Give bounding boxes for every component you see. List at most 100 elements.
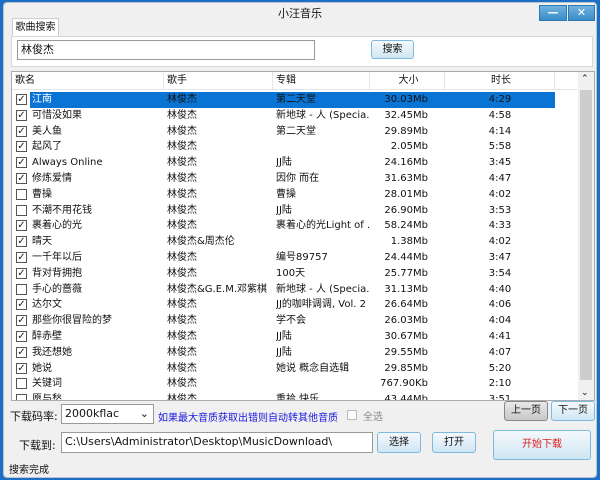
size: 30.03Mb xyxy=(384,94,428,105)
size: 25.77Mb xyxy=(384,267,428,279)
bitrate-select[interactable]: 2000kflac ⌄ xyxy=(61,404,154,424)
song-name: 美人鱼 xyxy=(32,125,62,137)
search-button[interactable]: 搜索 xyxy=(371,40,414,59)
row-checkbox[interactable]: ✓ xyxy=(16,252,27,263)
row-checkbox[interactable]: ✓ xyxy=(16,299,27,311)
singer: 林俊杰 xyxy=(167,157,197,169)
album: 重拾 快乐 xyxy=(276,394,320,401)
table-row[interactable]: ✓ 晴天 林俊杰&周杰伦 1.38Mb 4:02 xyxy=(12,234,578,250)
table-row[interactable]: ✓ 美人鱼 林俊杰 第二天堂 29.89Mb 4:14 xyxy=(12,124,578,140)
album: JJ的咖啡调调, Vol. 2 xyxy=(276,299,366,311)
song-name: 曹操 xyxy=(32,188,52,200)
singer: 林俊杰 xyxy=(167,331,197,342)
song-name: 达尔文 xyxy=(32,299,62,311)
album xyxy=(276,139,370,155)
size: 26.03Mb xyxy=(384,315,428,327)
tab-song-search[interactable]: 歌曲搜索 xyxy=(12,18,59,37)
table-row[interactable]: 手心的蔷薇 林俊杰&G.E.M.邓紫棋 新地球 - 人 (Specia... 3… xyxy=(12,282,578,298)
table-row[interactable]: 曹操 林俊杰 曹操 28.01Mb 4:02 xyxy=(12,187,578,203)
size: 28.01Mb xyxy=(384,188,428,200)
duration: 3:54 xyxy=(488,267,512,279)
select-all-checkbox[interactable] xyxy=(347,410,357,420)
search-panel: 林俊杰 搜索 xyxy=(11,36,593,67)
duration: 4:06 xyxy=(488,299,512,311)
duration: 4:40 xyxy=(488,283,512,295)
window-title: 小汪音乐 xyxy=(278,7,322,20)
singer: 林俊杰 xyxy=(167,220,197,232)
row-checkbox[interactable]: ✓ xyxy=(16,346,27,358)
row-checkbox[interactable] xyxy=(16,283,27,295)
col-name[interactable]: 歌名 xyxy=(12,72,164,90)
bitrate-value: 2000kflac xyxy=(65,407,120,420)
col-duration[interactable]: 时长 xyxy=(445,72,555,90)
row-checkbox[interactable]: ✓ xyxy=(16,267,27,279)
table-row[interactable]: 不潮不用花钱 林俊杰 JJ陆 26.90Mb 3:53 xyxy=(12,203,578,219)
singer: 林俊杰 xyxy=(167,315,197,327)
scroll-down-icon[interactable]: ⌄ xyxy=(581,388,589,398)
table-row[interactable]: ✓ 那些你很冒险的梦 林俊杰 学不会 26.03Mb 4:04 xyxy=(12,313,578,329)
row-checkbox[interactable]: ✓ xyxy=(16,331,27,342)
table-row[interactable]: ✓ 达尔文 林俊杰 JJ的咖啡调调, Vol. 2 26.64Mb 4:06 xyxy=(12,297,578,313)
col-singer[interactable]: 歌手 xyxy=(164,72,273,90)
scroll-thumb[interactable] xyxy=(580,90,592,380)
next-page-button[interactable]: 下一页 xyxy=(551,401,595,421)
row-checkbox[interactable]: ✓ xyxy=(16,220,27,232)
prev-page-button[interactable]: 上一页 xyxy=(504,401,548,421)
minimize-button[interactable]: — xyxy=(539,5,567,21)
row-checkbox[interactable]: ✓ xyxy=(16,94,27,105)
album: 第二天堂 xyxy=(276,94,316,105)
size: 31.13Mb xyxy=(384,283,428,295)
start-download-button[interactable]: 开始下载 xyxy=(493,430,591,460)
row-checkbox[interactable]: ✓ xyxy=(16,173,27,184)
table-row[interactable]: ✓ 背对背拥抱 林俊杰 100天 25.77Mb 3:54 xyxy=(12,266,578,282)
table-row[interactable]: ✓ 醉赤壁 林俊杰 JJ陆 30.67Mb 4:41 xyxy=(12,329,578,345)
col-album[interactable]: 专辑 xyxy=(273,72,370,90)
album: 因你 而在 xyxy=(276,173,320,184)
singer: 林俊杰 xyxy=(167,346,197,358)
duration: 4:29 xyxy=(488,94,512,105)
row-checkbox[interactable] xyxy=(16,188,27,200)
open-folder-button[interactable]: 打开 xyxy=(432,432,476,453)
row-checkbox[interactable]: ✓ xyxy=(16,109,27,121)
album xyxy=(276,376,370,392)
scrollbar[interactable]: ⌃ ⌄ xyxy=(578,72,594,400)
table-row[interactable]: ✓ 修炼爱情 林俊杰 因你 而在 31.63Mb 4:47 xyxy=(12,171,578,187)
row-checkbox[interactable] xyxy=(16,394,27,400)
save-path-input[interactable]: C:\Users\Administrator\Desktop\MusicDown… xyxy=(61,432,373,453)
chevron-down-icon: ⌄ xyxy=(139,407,149,420)
table-row[interactable]: ✓ 她说 林俊杰 她说 概念自选辑 29.85Mb 5:20 xyxy=(12,361,578,377)
row-checkbox[interactable] xyxy=(16,378,27,390)
table-row[interactable]: ✓ 我还想她 林俊杰 JJ陆 29.55Mb 4:07 xyxy=(12,345,578,361)
table-row[interactable]: ✓ 一千年以后 林俊杰 编号89757 24.44Mb 3:47 xyxy=(12,250,578,266)
table-row[interactable]: 关键词 林俊杰 767.90Kb 2:10 xyxy=(12,376,578,392)
duration: 2:10 xyxy=(488,378,512,390)
table-row[interactable]: ✓ 裹着心的光 林俊杰 裹着心的光Light of ... 58.24Mb 4:… xyxy=(12,218,578,234)
close-button[interactable]: ✕ xyxy=(568,5,595,21)
singer: 林俊杰 xyxy=(167,252,197,263)
duration: 4:14 xyxy=(488,125,512,137)
col-size[interactable]: 大小 xyxy=(370,72,445,90)
table-row[interactable]: ✓ 江南 林俊杰 第二天堂 30.03Mb 4:29 xyxy=(12,92,578,108)
song-name: 我还想她 xyxy=(32,346,72,358)
row-checkbox[interactable]: ✓ xyxy=(16,141,27,153)
row-checkbox[interactable]: ✓ xyxy=(16,125,27,137)
singer: 林俊杰 xyxy=(167,204,197,216)
row-checkbox[interactable]: ✓ xyxy=(16,315,27,327)
row-checkbox[interactable]: ✓ xyxy=(16,236,27,248)
table-row[interactable]: ✓ Always Online 林俊杰 JJ陆 24.16Mb 3:45 xyxy=(12,155,578,171)
table-row[interactable]: 愿与愁 林俊杰 重拾 快乐 43.44Mb 3:51 xyxy=(12,392,578,401)
singer: 林俊杰 xyxy=(167,378,197,390)
row-checkbox[interactable]: ✓ xyxy=(16,157,27,169)
singer: 林俊杰 xyxy=(167,125,197,137)
scroll-up-icon[interactable]: ⌃ xyxy=(581,74,589,84)
bitrate-label: 下载码率: xyxy=(10,410,58,423)
album: 新地球 - 人 (Specia... xyxy=(276,283,370,295)
select-all-label: 全选 xyxy=(363,412,383,423)
singer: 林俊杰&G.E.M.邓紫棋 xyxy=(167,283,268,295)
choose-folder-button[interactable]: 选择 xyxy=(377,432,421,453)
row-checkbox[interactable]: ✓ xyxy=(16,362,27,374)
table-row[interactable]: ✓ 起风了 林俊杰 2.05Mb 5:58 xyxy=(12,139,578,155)
search-input[interactable]: 林俊杰 xyxy=(17,40,315,60)
table-row[interactable]: ✓ 可惜没如果 林俊杰 新地球 - 人 (Specia... 32.45Mb 4… xyxy=(12,108,578,124)
row-checkbox[interactable] xyxy=(16,204,27,216)
